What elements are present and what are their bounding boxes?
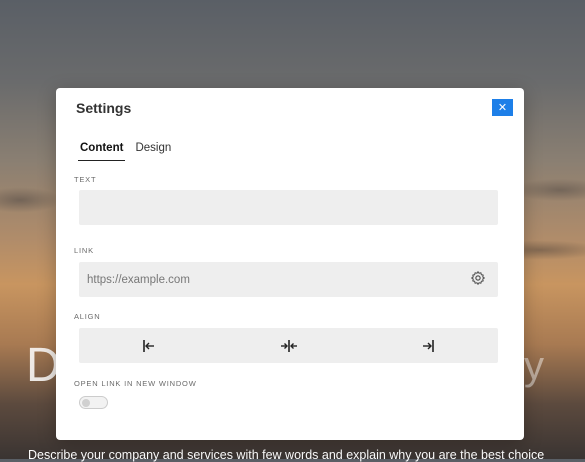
align-right-icon xyxy=(423,339,434,352)
align-left-button[interactable] xyxy=(79,328,219,363)
align-left-icon xyxy=(143,339,154,352)
close-button[interactable]: ✕ xyxy=(492,99,513,116)
gear-icon[interactable] xyxy=(470,270,486,286)
new-window-label: OPEN LINK IN NEW WINDOW xyxy=(74,379,197,388)
link-label: LINK xyxy=(74,246,94,255)
align-selector xyxy=(79,328,498,363)
align-label: ALIGN xyxy=(74,312,101,321)
align-right-button[interactable] xyxy=(358,328,498,363)
modal-title: Settings xyxy=(76,100,132,116)
hero-description: Describe your company and services with … xyxy=(28,448,545,462)
toggle-knob xyxy=(82,398,90,407)
hero-heading-right: y xyxy=(524,344,544,388)
text-label: TEXT xyxy=(74,175,97,184)
text-input[interactable] xyxy=(79,190,498,225)
tab-design[interactable]: Design xyxy=(133,140,173,161)
align-center-icon xyxy=(280,339,297,352)
align-center-button[interactable] xyxy=(219,328,359,363)
close-icon: ✕ xyxy=(497,102,508,114)
new-window-toggle[interactable] xyxy=(79,396,108,409)
link-input[interactable] xyxy=(79,262,498,297)
tab-content[interactable]: Content xyxy=(78,140,126,161)
settings-modal: Settings ✕ Content Design TEXT LINK ALIG… xyxy=(56,88,524,440)
tab-bar: Content Design xyxy=(78,140,181,161)
